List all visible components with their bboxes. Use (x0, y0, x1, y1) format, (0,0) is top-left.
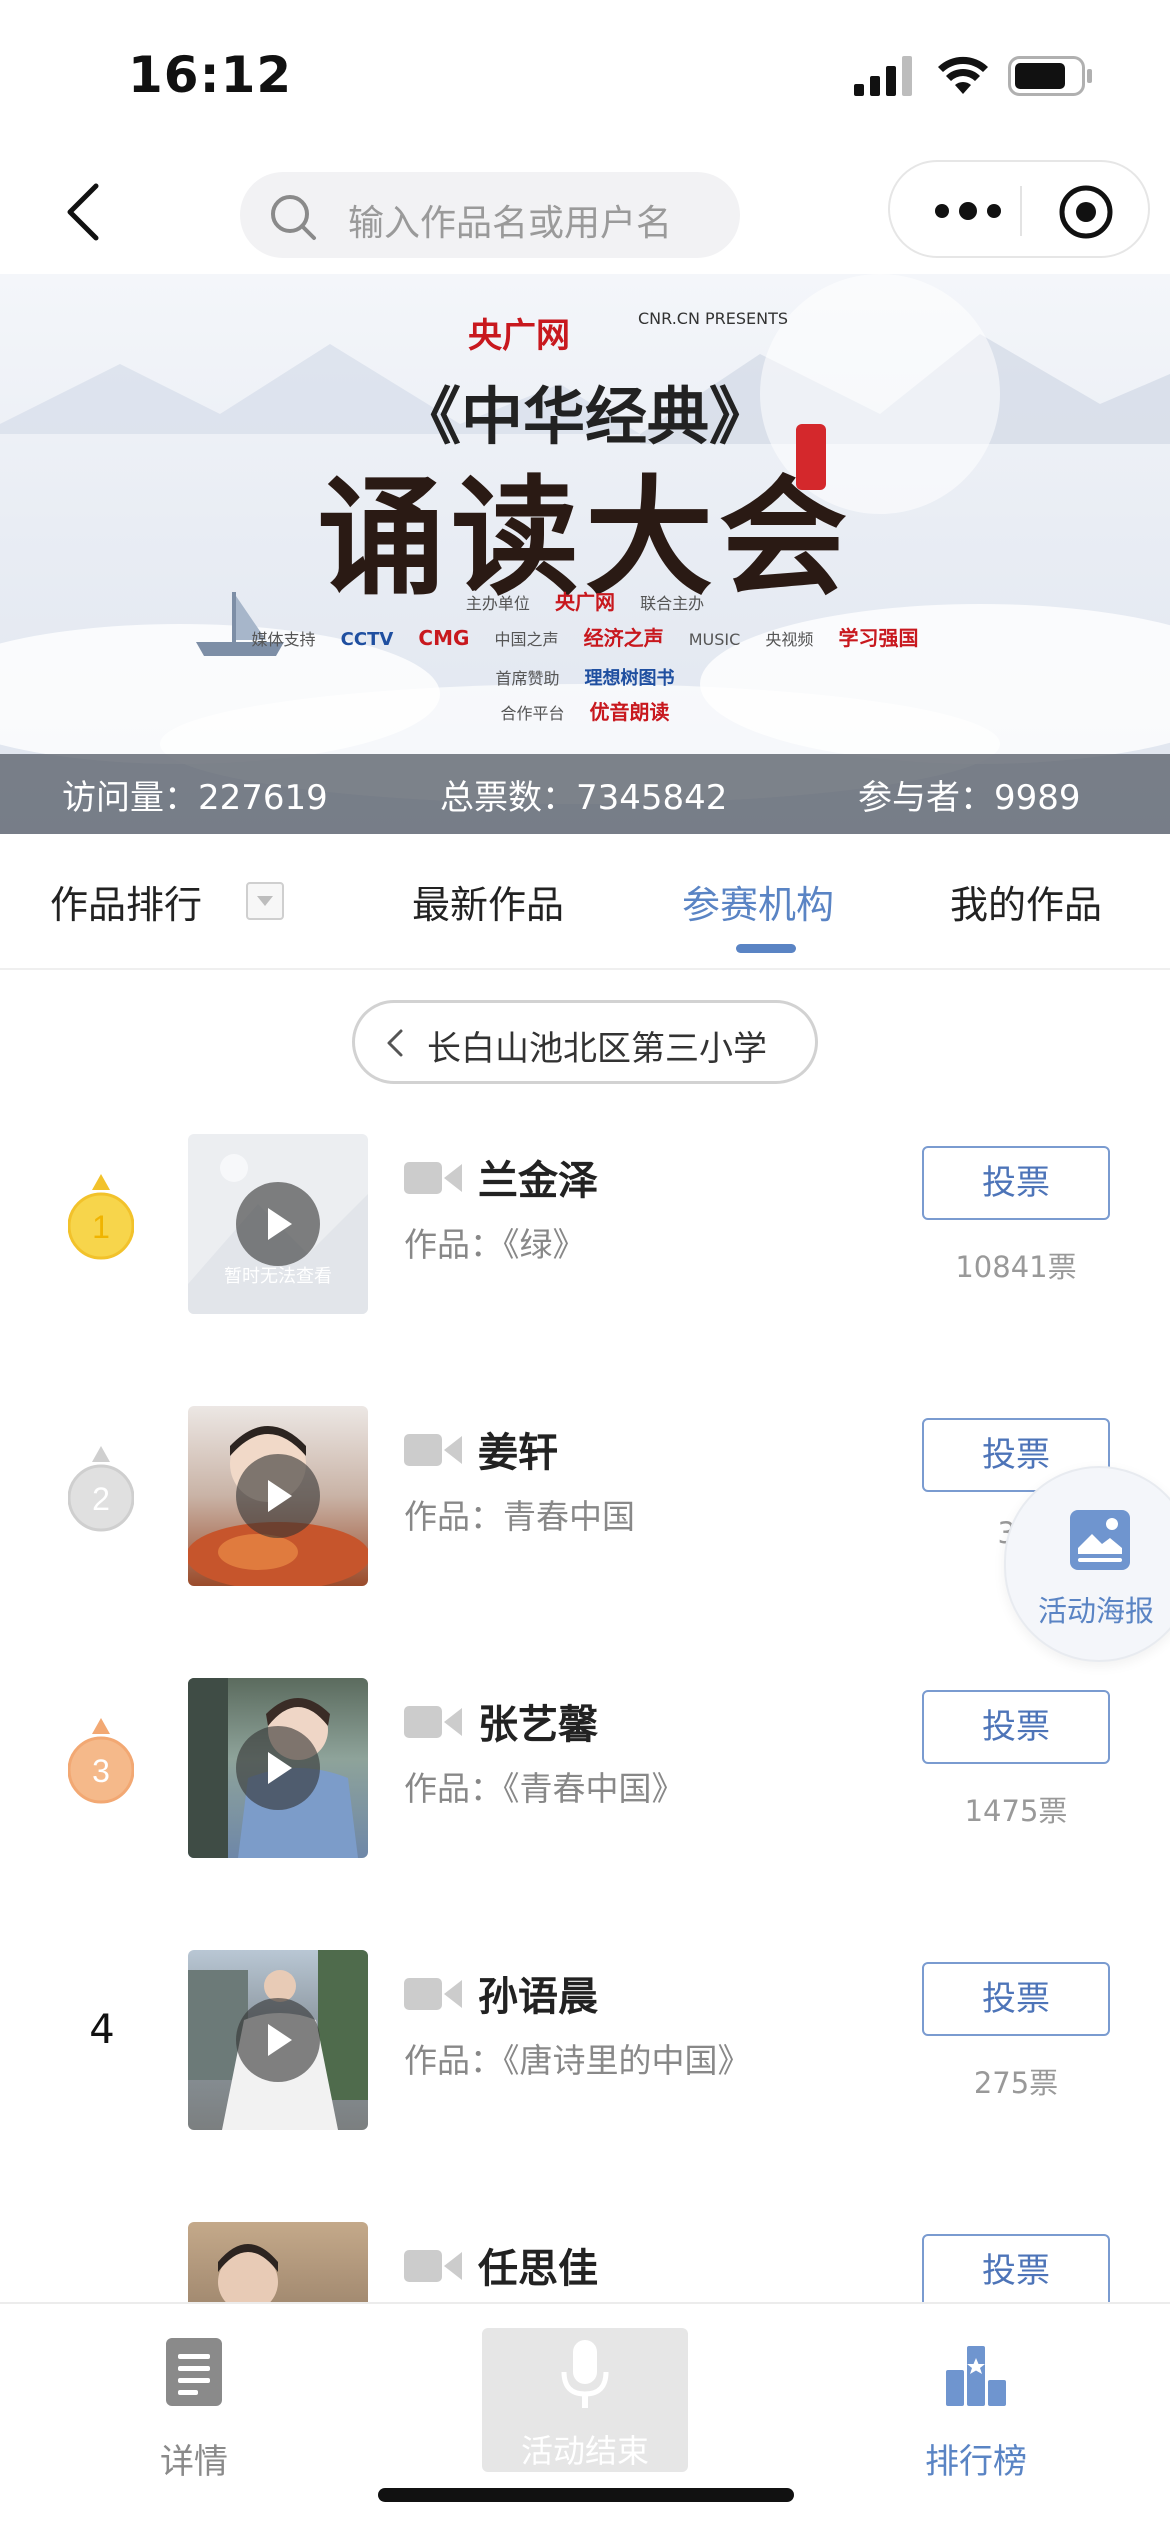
author-name: 张艺馨 (478, 1702, 598, 1748)
banner-brand-sub: CNR.CN PRESENTS (638, 309, 789, 328)
tab-my-works[interactable]: 我的作品 (950, 874, 1102, 929)
bronze-medal-icon: 3 (68, 1718, 134, 1804)
search-input[interactable]: 输入作品名或用户名 (240, 172, 740, 258)
tab-institutions[interactable]: 参赛机构 (682, 874, 834, 929)
banner-brand: 央广网 (468, 316, 570, 356)
list-item: 4 孙语晨 作品：《唐诗里的中国》 投票 275票 (0, 1902, 1170, 2174)
play-button[interactable] (236, 1182, 320, 1266)
tab-latest[interactable]: 最新作品 (412, 874, 564, 929)
stat-participants: 参与者：9989 (858, 778, 1081, 818)
video-thumbnail[interactable]: 暂时无法查看 (188, 1134, 368, 1314)
more-icon[interactable] (924, 188, 1012, 234)
author-name: 孙语晨 (478, 1974, 598, 2020)
poster-label: 活动海报 (1038, 1594, 1155, 1628)
breadcrumb-label: 长白山池北区第三小学 (427, 1029, 767, 1069)
work-title: 作品：《绿》 (404, 1225, 586, 1264)
status-bar: 16:12 (0, 0, 1170, 150)
stat-total-votes: 总票数：7345842 (440, 778, 728, 818)
search-placeholder: 输入作品名或用户名 (348, 203, 673, 244)
author-name: 姜轩 (478, 1430, 558, 1476)
author-name: 兰金泽 (478, 1158, 598, 1204)
play-button[interactable] (236, 1454, 320, 1538)
page: 16:12 输入作品名或用户名 央广网 CNR.CN PRESENTS 《中华经… (0, 0, 1170, 2532)
gold-medal-icon: 1 (68, 1174, 134, 1260)
sponsor-row-organizers: 主办单位 央广网 联合主办 (465, 590, 705, 614)
vote-button[interactable]: 投票 (922, 1690, 1110, 1764)
vote-count: 10841票 (955, 1250, 1077, 1284)
video-camera-icon (404, 1162, 462, 1194)
ranking-chart-icon (946, 2346, 1006, 2406)
battery-icon (1008, 56, 1092, 96)
vote-button[interactable]: 投票 (922, 1962, 1110, 2036)
video-camera-icon (404, 1434, 462, 1466)
stat-visits: 访问量：227619 (62, 778, 328, 818)
silver-medal-icon: 2 (68, 1446, 134, 1532)
play-icon (268, 1752, 292, 1784)
home-indicator (378, 2488, 794, 2502)
video-thumbnail[interactable] (188, 1678, 368, 1858)
activity-ended-label: 活动结束 (520, 2432, 649, 2470)
bottom-tab-details[interactable]: 详情 (94, 2328, 294, 2482)
sponsor-row-chief: 首席赞助 理想树图书 (495, 668, 675, 689)
bottom-tab-ranking-label: 排行榜 (925, 2442, 1027, 2482)
bottom-tab-details-label: 详情 (160, 2442, 228, 2482)
microphone-icon (561, 2340, 609, 2408)
work-title: 作品：青春中国 (404, 1497, 635, 1536)
video-camera-icon (404, 2250, 462, 2282)
sponsor-row-partner: 合作平台 优音朗读 (500, 700, 670, 724)
video-thumbnail[interactable] (188, 1406, 368, 1586)
list-item: 1 暂时无法查看 兰金泽 作品：《绿》 投票 10841票 (0, 1086, 1170, 1358)
play-button[interactable] (236, 1726, 320, 1810)
work-title: 作品：《青春中国》 (404, 1769, 685, 1808)
play-icon (268, 1480, 292, 1512)
vote-button[interactable]: 投票 (922, 1146, 1110, 1220)
tab-bar: 作品排行 最新作品 参赛机构 我的作品 (0, 834, 1170, 970)
list-item: 2 姜轩 作品：青春中国 投票 30 (0, 1358, 1170, 1630)
video-camera-icon (404, 1978, 462, 2010)
play-icon (268, 1208, 292, 1240)
event-banner: 央广网 CNR.CN PRESENTS 《中华经典》 诵读大会 主办单位 央广网… (0, 274, 1170, 834)
document-icon (166, 2338, 222, 2406)
vote-count: 1475票 (964, 1794, 1068, 1828)
author-name: 任思佳 (478, 2246, 598, 2292)
capsule-divider (1020, 186, 1022, 236)
sponsor-row-media: 媒体支持 CCTV CMG 中国之声 经济之声 MUSIC 央视频 学习强国 (251, 626, 919, 650)
stats-bar: 访问量：227619 总票数：7345842 参与者：9989 (0, 754, 1170, 834)
dropdown-icon[interactable] (246, 882, 284, 920)
active-tab-indicator (736, 944, 796, 953)
vote-button[interactable]: 投票 (922, 2234, 1110, 2308)
nav-bar: 输入作品名或用户名 (0, 150, 1170, 274)
rank-label: 4 (89, 2007, 115, 2053)
back-arrow-icon[interactable] (50, 172, 120, 252)
banner-seal (796, 424, 826, 490)
thumbnail-note: 暂时无法查看 (224, 1266, 332, 1287)
close-target-icon[interactable] (1056, 182, 1116, 242)
tab-ranking[interactable]: 作品排行 (50, 874, 202, 929)
video-camera-icon (404, 1706, 462, 1738)
work-title: 作品：《唐诗里的中国》 (404, 2041, 751, 2080)
bottom-tab-ranking[interactable]: 排行榜 (876, 2328, 1076, 2482)
rank-label: 3 (92, 1753, 110, 1789)
activity-ended-button[interactable]: 活动结束 (482, 2328, 688, 2472)
poster-icon (1070, 1510, 1130, 1570)
vote-count: 275票 (973, 2066, 1059, 2100)
mini-program-capsule (888, 160, 1150, 258)
play-icon (268, 2024, 292, 2056)
wifi-icon (938, 56, 988, 94)
cellular-signal-icon (854, 56, 912, 96)
rank-label: 1 (92, 1209, 110, 1245)
institution-breadcrumb[interactable]: 长白山池北区第三小学 (352, 1000, 818, 1084)
video-thumbnail[interactable] (188, 1950, 368, 2130)
caret-down-icon (257, 896, 273, 906)
list-item: 3 张艺馨 作品：《青春中国》 投票 1475票 (0, 1630, 1170, 1902)
play-button[interactable] (236, 1998, 320, 2082)
status-time: 16:12 (128, 46, 293, 104)
chevron-left-icon (387, 1029, 403, 1057)
search-icon (271, 195, 316, 240)
rank-label: 2 (92, 1481, 110, 1517)
